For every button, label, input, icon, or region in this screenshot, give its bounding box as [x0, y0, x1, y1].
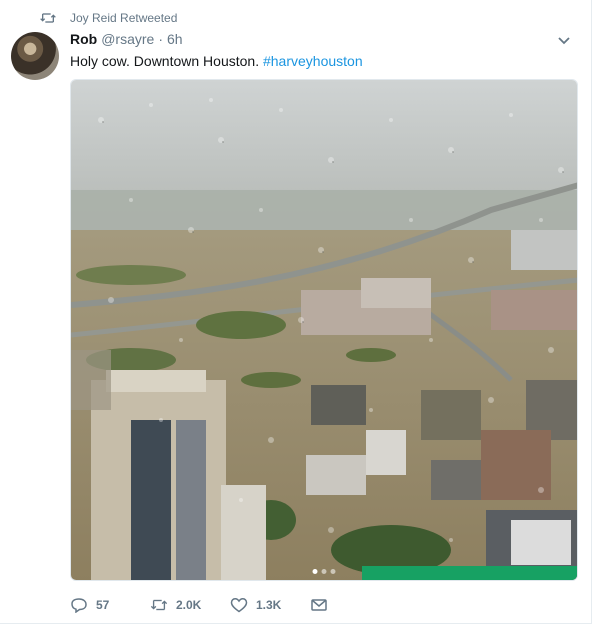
retweet-count: 2.0K	[176, 598, 202, 612]
tweet-card[interactable]: Joy Reid Retweeted Rob @rsayre · 6h Holy…	[0, 0, 592, 624]
envelope-icon	[311, 599, 327, 611]
tweet-photo[interactable]	[70, 79, 578, 581]
like-count: 1.3K	[256, 598, 282, 612]
retweet-context: Joy Reid Retweeted	[40, 9, 177, 27]
reply-count: 57	[96, 598, 110, 612]
retweet-icon	[150, 599, 168, 611]
flood-photo	[71, 80, 577, 580]
tweet-text: Holy cow. Downtown Houston. #harveyhoust…	[70, 52, 363, 70]
tweet-body: Holy cow. Downtown Houston.	[70, 53, 260, 69]
heart-icon	[230, 598, 248, 613]
tweet-actions: 57 2.0K 1.3K	[70, 594, 328, 616]
timestamp[interactable]: 6h	[167, 31, 183, 47]
carousel-dot[interactable]	[312, 569, 318, 574]
carousel-dot[interactable]	[330, 569, 336, 574]
separator: ·	[158, 31, 163, 47]
reply-icon	[71, 598, 87, 613]
author-name[interactable]: Rob	[70, 31, 97, 47]
reply-button[interactable]: 57	[70, 597, 150, 613]
tweet-header: Rob @rsayre · 6h	[70, 31, 571, 51]
avatar[interactable]	[11, 32, 59, 80]
media-overlay-bar	[362, 566, 577, 580]
like-button[interactable]: 1.3K	[230, 597, 310, 613]
direct-message-button[interactable]	[310, 597, 328, 613]
carousel-dot[interactable]	[321, 569, 327, 574]
retweet-icon	[40, 13, 56, 23]
retweet-button[interactable]: 2.0K	[150, 597, 230, 613]
hashtag-link[interactable]: #harveyhouston	[263, 53, 363, 69]
retweet-context-label[interactable]: Joy Reid Retweeted	[70, 11, 177, 25]
carousel-indicator[interactable]	[312, 569, 336, 574]
chevron-down-icon[interactable]	[557, 34, 571, 48]
author-handle[interactable]: @rsayre	[101, 31, 154, 47]
